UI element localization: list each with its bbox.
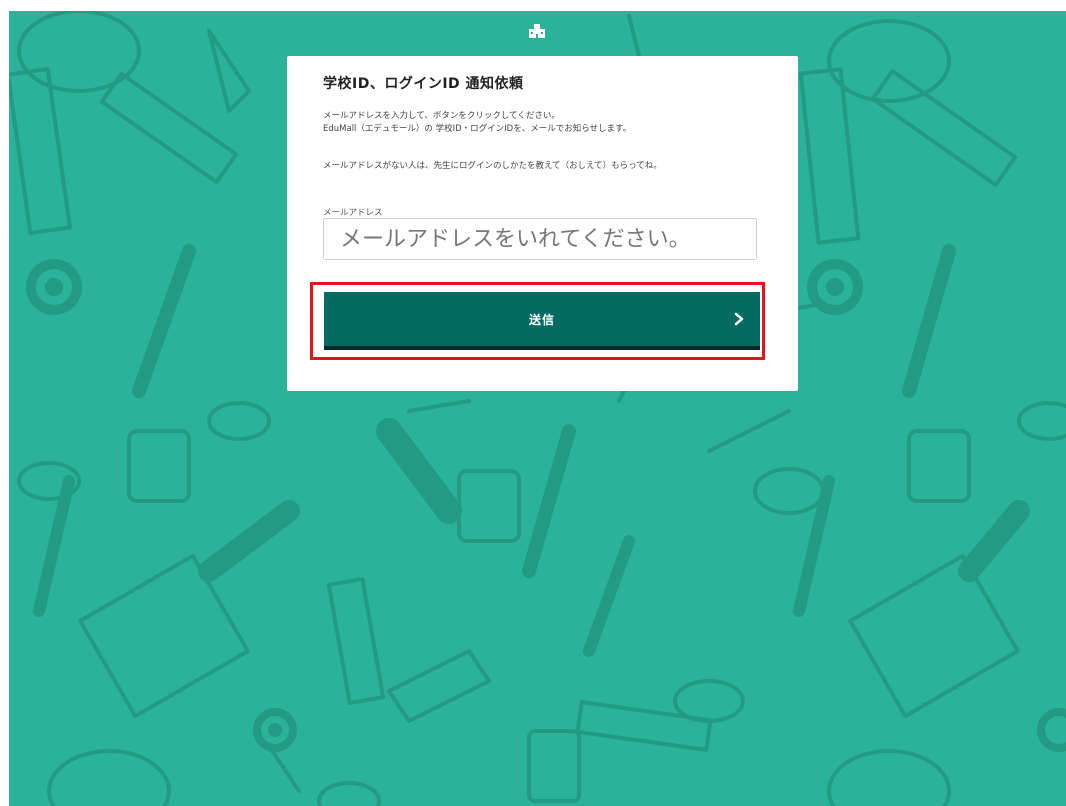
email-label: メールアドレス xyxy=(323,208,383,218)
page-title: 学校ID、ログインID 通知依頼 xyxy=(323,76,524,92)
school-building-icon xyxy=(529,24,545,38)
email-field[interactable] xyxy=(323,218,757,260)
submit-label: 送信 xyxy=(528,313,555,327)
submit-button[interactable]: 送信 xyxy=(324,292,760,350)
notification-request-card: 学校ID、ログインID 通知依頼 メールアドレスを入力して、ボタンをクリックして… xyxy=(287,56,798,391)
no-email-note: メールアドレスがない人は、先生にログインのしかたを教えて（おしえて）もらってね。 xyxy=(323,161,662,171)
instruction-text: メールアドレスを入力して、ボタンをクリックしてください。 xyxy=(323,111,560,121)
instruction-text: EduMall（エデュモール）の 学校ID・ログインIDを、メールでお知らせしま… xyxy=(323,124,632,134)
chevron-right-icon xyxy=(734,312,744,326)
